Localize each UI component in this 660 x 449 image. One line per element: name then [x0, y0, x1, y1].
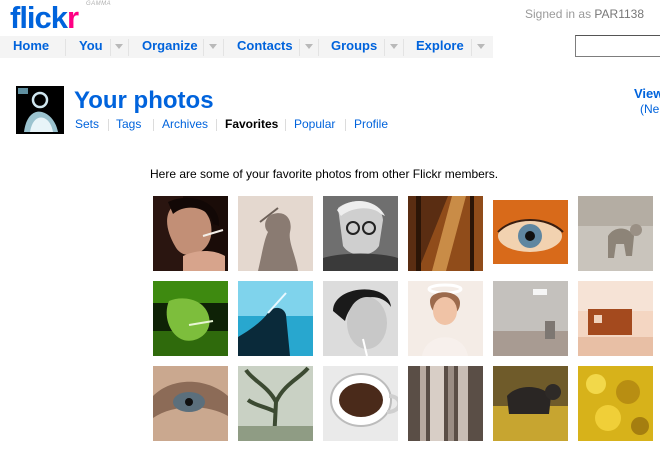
nav-divider — [110, 39, 111, 56]
favorite-photo-13[interactable] — [153, 366, 228, 441]
subnav-divider — [153, 119, 154, 131]
sunlit-forest-photo-icon — [408, 196, 483, 271]
nav-you[interactable]: You — [79, 38, 103, 53]
nav-divider — [299, 39, 300, 56]
subnav-favorites[interactable]: Favorites — [225, 117, 278, 131]
favorite-photo-15[interactable] — [323, 366, 398, 441]
favorite-photo-14[interactable] — [238, 366, 313, 441]
favorite-photo-1[interactable] — [153, 196, 228, 271]
favorite-photo-2[interactable] — [238, 196, 313, 271]
explore-dropdown-arrow-icon[interactable] — [477, 44, 485, 49]
favorite-photo-17[interactable] — [493, 366, 568, 441]
angel-girl-photo-icon — [408, 281, 483, 356]
signed-in-prefix: Signed in as — [525, 7, 592, 21]
shadow-photo-icon — [238, 196, 313, 271]
nav-organize[interactable]: Organize — [142, 38, 198, 53]
green-smoker-photo-icon — [153, 281, 228, 356]
eye-tear-photo-icon — [153, 366, 228, 441]
favorite-photo-6[interactable] — [578, 196, 653, 271]
nav-divider — [65, 39, 66, 56]
view-link[interactable]: View — [634, 86, 660, 101]
avatar[interactable] — [16, 86, 64, 134]
coffee-cup-photo-icon — [323, 366, 398, 441]
cat-in-leaves-photo-icon — [493, 366, 568, 441]
portrait-smoking-photo-icon — [153, 196, 228, 271]
favorite-photo-16[interactable] — [408, 366, 483, 441]
silhouette-smoking-photo-icon — [238, 281, 313, 356]
nav-divider — [403, 39, 404, 56]
search-input[interactable] — [575, 35, 660, 57]
yellow-leaves-photo-icon — [578, 366, 653, 441]
nav-divider — [128, 39, 129, 56]
favorite-photo-3[interactable] — [323, 196, 398, 271]
favorite-photo-8[interactable] — [238, 281, 313, 356]
cat-walking-photo-icon — [578, 196, 653, 271]
eye-closeup-photo-icon — [493, 196, 568, 271]
trailer-house-photo-icon — [578, 281, 653, 356]
subnav-divider — [108, 119, 109, 131]
nav-groups[interactable]: Groups — [331, 38, 377, 53]
favorite-photo-10[interactable] — [408, 281, 483, 356]
favorites-intro-text: Here are some of your favorite photos fr… — [150, 167, 499, 181]
groups-dropdown-arrow-icon[interactable] — [390, 44, 398, 49]
subnav-divider — [285, 119, 286, 131]
favorite-photo-9[interactable] — [323, 281, 398, 356]
nav-divider — [318, 39, 319, 56]
nav-divider — [384, 39, 385, 56]
username-link[interactable]: PAR1138 — [594, 7, 644, 21]
nav-home[interactable]: Home — [13, 38, 49, 53]
subnav-popular[interactable]: Popular — [294, 117, 335, 131]
organize-dropdown-arrow-icon[interactable] — [209, 44, 217, 49]
favorite-photo-12[interactable] — [578, 281, 653, 356]
favorite-photo-18[interactable] — [578, 366, 653, 441]
subnav-divider — [345, 119, 346, 131]
logo-text: flickrflickr — [10, 0, 79, 35]
nav-divider — [223, 39, 224, 56]
contacts-dropdown-arrow-icon[interactable] — [305, 44, 313, 49]
subnav-tags[interactable]: Tags — [116, 117, 141, 131]
subnav-archives[interactable]: Archives — [162, 117, 208, 131]
curtain-window-photo-icon — [408, 366, 483, 441]
you-dropdown-arrow-icon[interactable] — [115, 44, 123, 49]
wall-doorway-photo-icon — [493, 281, 568, 356]
flickr-logo[interactable]: flickrflickr GAMMA — [10, 0, 120, 35]
woman-smoking-bw-photo-icon — [323, 281, 398, 356]
gamma-label: GAMMA — [86, 1, 112, 7]
man-with-glasses-photo-icon — [323, 196, 398, 271]
misty-tree-photo-icon — [238, 366, 313, 441]
page-title: Your photos — [74, 87, 214, 114]
nav-explore[interactable]: Explore — [416, 38, 464, 53]
nav-divider — [203, 39, 204, 56]
favorite-photo-7[interactable] — [153, 281, 228, 356]
new-link[interactable]: (Ne — [640, 102, 659, 116]
subnav-divider — [216, 119, 217, 131]
favorite-photo-5[interactable] — [493, 196, 568, 271]
subnav-profile[interactable]: Profile — [354, 117, 388, 131]
favorite-photo-11[interactable] — [493, 281, 568, 356]
nav-divider — [471, 39, 472, 56]
subnav-sets[interactable]: Sets — [75, 117, 99, 131]
nav-contacts[interactable]: Contacts — [237, 38, 293, 53]
favorite-photo-4[interactable] — [408, 196, 483, 271]
signed-in-status: Signed in as PAR1138 — [525, 7, 644, 21]
